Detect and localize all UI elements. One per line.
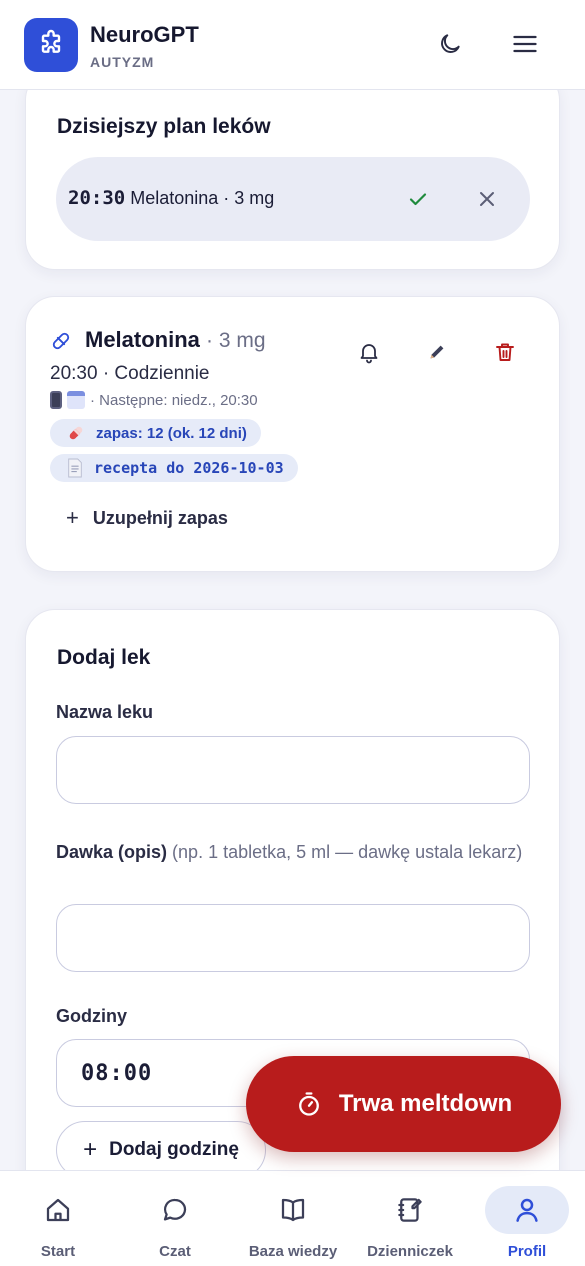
add-hour-label: Dodaj godzinę bbox=[109, 1139, 239, 1160]
med-next-text: · Następne: niedz., 20:30 bbox=[90, 391, 258, 409]
refill-stock-button[interactable]: + Uzupełnij zapas bbox=[66, 505, 228, 531]
nav-item-profile[interactable]: Profil bbox=[495, 1171, 559, 1266]
pencil-icon[interactable] bbox=[424, 339, 450, 365]
hours-label: Godziny bbox=[56, 1006, 127, 1026]
meltdown-label: Trwa meltdown bbox=[338, 1090, 513, 1117]
document-icon bbox=[68, 458, 82, 478]
plus-icon: + bbox=[83, 1136, 98, 1163]
home-icon bbox=[41, 1193, 75, 1227]
stopwatch-icon bbox=[298, 1092, 319, 1116]
close-icon[interactable] bbox=[475, 187, 499, 211]
calendar-icon bbox=[67, 391, 85, 409]
prescription-badge: recepta do 2026-10-03 bbox=[50, 454, 298, 482]
notebook-icon bbox=[393, 1193, 427, 1227]
nav-item-journal[interactable]: Dzienniczek bbox=[360, 1171, 460, 1266]
nav-label-start: Start bbox=[40, 1243, 76, 1260]
puzzle-logo-icon[interactable] bbox=[24, 18, 78, 72]
bottom-nav: Start Czat Baza wiedzy Dzienniczek Profi… bbox=[0, 1170, 585, 1266]
med-title: Melatonina · 3 mg bbox=[85, 327, 266, 353]
book-icon bbox=[276, 1193, 310, 1227]
today-plan-card: Dzisiejszy plan leków 20:30 Melatonina ·… bbox=[25, 70, 560, 270]
plan-entry: 20:30 Melatonina · 3 mg bbox=[56, 157, 530, 241]
app-subtitle: AUTYZM bbox=[90, 54, 155, 70]
chat-bubble-icon bbox=[158, 1193, 192, 1227]
user-icon bbox=[510, 1193, 544, 1227]
nav-label-profile: Profil bbox=[507, 1243, 547, 1260]
dose-label-note: (np. 1 tabletka, 5 ml — dawkę ustala lek… bbox=[172, 842, 523, 862]
add-medication-card: Dodaj lek Nazwa leku Dawka (opis) (np. 1… bbox=[25, 609, 560, 1266]
nav-item-chat[interactable]: Czat bbox=[143, 1171, 207, 1266]
medication-card: Melatonina · 3 mg 20:30 · Codziennie · N… bbox=[25, 296, 560, 572]
med-next-dose: · Następne: niedz., 20:30 bbox=[50, 391, 258, 409]
hamburger-menu-icon[interactable] bbox=[507, 26, 543, 62]
meltdown-button[interactable]: Trwa meltdown bbox=[246, 1056, 561, 1152]
dose-input[interactable] bbox=[56, 904, 530, 972]
nav-item-knowledge-base[interactable]: Baza wiedzy bbox=[240, 1171, 346, 1266]
plan-entry-med: Melatonina · 3 mg bbox=[130, 188, 275, 208]
med-name: Melatonina bbox=[85, 327, 200, 352]
med-schedule: 20:30 · Codziennie bbox=[50, 363, 210, 384]
plan-entry-text: 20:30 Melatonina · 3 mg bbox=[68, 187, 274, 209]
nav-label-knowledge-base: Baza wiedzy bbox=[248, 1243, 338, 1260]
app-header: NeuroGPT AUTYZM bbox=[0, 0, 585, 90]
pill-icon bbox=[50, 330, 72, 357]
app-name: NeuroGPT bbox=[90, 22, 199, 47]
med-name-label: Nazwa leku bbox=[56, 702, 154, 722]
plan-card-title: Dzisiejszy plan leków bbox=[57, 115, 271, 138]
trash-icon[interactable] bbox=[492, 339, 518, 365]
med-dose: · 3 mg bbox=[206, 329, 266, 352]
phone-icon bbox=[50, 391, 62, 409]
refill-label: Uzupełnij zapas bbox=[92, 507, 228, 528]
add-card-title: Dodaj lek bbox=[57, 646, 151, 669]
plus-icon: + bbox=[66, 505, 79, 530]
nav-item-start[interactable]: Start bbox=[26, 1171, 90, 1266]
plan-entry-time: 20:30 bbox=[68, 187, 126, 209]
stock-label: zapas: 12 (ok. 12 dni) bbox=[96, 424, 247, 442]
stock-badge: zapas: 12 (ok. 12 dni) bbox=[50, 419, 261, 447]
dose-label: Dawka (opis) (np. 1 tabletka, 5 ml — daw… bbox=[56, 836, 530, 869]
nav-label-journal: Dzienniczek bbox=[367, 1243, 453, 1260]
prescription-label: recepta do 2026-10-03 bbox=[94, 459, 284, 477]
moon-icon[interactable] bbox=[432, 26, 468, 62]
capsule-icon bbox=[69, 426, 83, 440]
dose-label-text: Dawka (opis) bbox=[56, 842, 168, 862]
nav-label-chat: Czat bbox=[159, 1243, 191, 1260]
bell-icon[interactable] bbox=[356, 339, 382, 365]
check-icon[interactable] bbox=[406, 187, 430, 211]
med-name-input[interactable] bbox=[56, 736, 530, 804]
